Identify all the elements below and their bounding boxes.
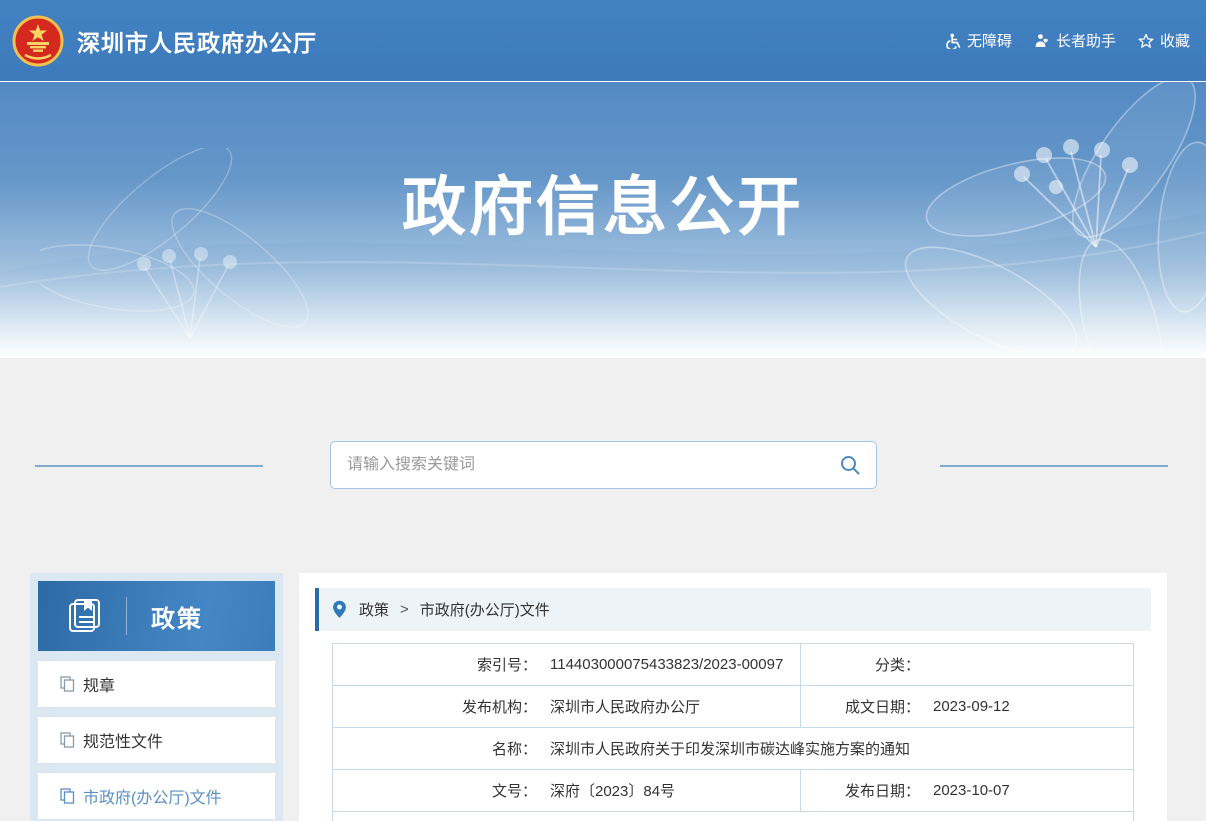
document-number-cell: 文号：深府〔2023〕84号 xyxy=(333,770,801,812)
sidebar-item-municipal-documents[interactable]: 市政府(办公厅)文件 xyxy=(38,773,275,819)
page: 深圳市人民政府办公厅 无障碍 长者助手 xyxy=(0,0,1206,821)
search-icon xyxy=(839,454,861,476)
accessibility-link[interactable]: 无障碍 xyxy=(945,30,1012,51)
sidebar-item-label: 规范性文件 xyxy=(83,728,163,752)
search-box xyxy=(330,441,877,489)
page-body: 政策 规章 规范性文件 xyxy=(0,358,1206,821)
table-row: 文号：深府〔2023〕84号 发布日期：2023-10-07 xyxy=(333,770,1134,812)
publish-date-cell: 发布日期：2023-10-07 xyxy=(801,770,1134,812)
sidebar-header-divider xyxy=(126,597,127,635)
index-number-value: 114403000075433823/2023-00097 xyxy=(537,656,783,673)
national-emblem-icon xyxy=(12,15,64,67)
accessibility-label: 无障碍 xyxy=(967,30,1012,51)
index-number-label: 索引号： xyxy=(333,654,537,675)
sidebar-item-normative-documents[interactable]: 规范性文件 xyxy=(38,717,275,763)
favorite-link[interactable]: 收藏 xyxy=(1138,30,1190,51)
site-title: 深圳市人民政府办公厅 xyxy=(77,24,317,58)
location-pin-icon xyxy=(332,600,347,619)
page-title: 政府信息公开 xyxy=(0,82,1206,248)
breadcrumb-separator: > xyxy=(400,601,409,618)
publish-date-value: 2023-10-07 xyxy=(920,782,1010,799)
document-number-value: 深府〔2023〕84号 xyxy=(537,780,675,801)
star-icon xyxy=(1138,33,1154,49)
top-header-bar: 深圳市人民政府办公厅 无障碍 长者助手 xyxy=(0,0,1206,81)
document-name-cell: 名称：深圳市人民政府关于印发深圳市碳达峰实施方案的通知 xyxy=(333,728,1134,770)
document-icon xyxy=(60,676,75,692)
sidebar: 政策 规章 规范性文件 xyxy=(30,573,283,821)
search-button[interactable] xyxy=(824,442,876,488)
decor-line-left xyxy=(35,465,263,467)
written-date-cell: 成文日期：2023-09-12 xyxy=(801,686,1134,728)
table-row: 发布机构：深圳市人民政府办公厅 成文日期：2023-09-12 xyxy=(333,686,1134,728)
issuing-agency-value: 深圳市人民政府办公厅 xyxy=(537,696,700,717)
category-label: 分类： xyxy=(801,654,920,675)
breadcrumb-current[interactable]: 市政府(办公厅)文件 xyxy=(420,599,550,620)
document-icon xyxy=(60,732,75,748)
table-row xyxy=(333,812,1134,821)
document-icon xyxy=(60,788,75,804)
elder-assist-icon xyxy=(1034,33,1050,49)
search-input[interactable] xyxy=(331,456,824,474)
written-date-label: 成文日期： xyxy=(801,696,920,717)
decor-line-right xyxy=(940,465,1168,467)
breadcrumb-root[interactable]: 政策 xyxy=(359,599,389,620)
index-number-cell: 索引号：114403000075433823/2023-00097 xyxy=(333,644,801,686)
sidebar-title: 政策 xyxy=(151,599,203,634)
issuing-agency-label: 发布机构： xyxy=(333,696,537,717)
elder-assist-link[interactable]: 长者助手 xyxy=(1034,30,1116,51)
top-links: 无障碍 长者助手 收藏 xyxy=(945,0,1190,81)
table-row: 名称：深圳市人民政府关于印发深圳市碳达峰实施方案的通知 xyxy=(333,728,1134,770)
document-number-label: 文号： xyxy=(333,780,537,801)
sidebar-item-label: 市政府(办公厅)文件 xyxy=(83,784,222,808)
document-name-label: 名称： xyxy=(333,738,537,759)
document-name-value: 深圳市人民政府关于印发深圳市碳达峰实施方案的通知 xyxy=(537,738,910,759)
issuing-agency-cell: 发布机构：深圳市人民政府办公厅 xyxy=(333,686,801,728)
sidebar-item-label: 规章 xyxy=(83,672,115,696)
elder-assist-label: 长者助手 xyxy=(1056,30,1116,51)
publish-date-label: 发布日期： xyxy=(801,780,920,801)
written-date-value: 2023-09-12 xyxy=(920,698,1010,715)
favorite-label: 收藏 xyxy=(1160,30,1190,51)
main-panel: 政策 > 市政府(办公厅)文件 索引号：114403000075433823/2… xyxy=(299,573,1167,821)
breadcrumb: 政策 > 市政府(办公厅)文件 xyxy=(315,588,1151,631)
sidebar-header: 政策 xyxy=(38,581,275,651)
book-icon xyxy=(66,597,104,635)
clipped-row-cell xyxy=(333,812,1134,821)
category-cell: 分类： xyxy=(801,644,1134,686)
table-row: 索引号：114403000075433823/2023-00097 分类： xyxy=(333,644,1134,686)
banner: 政府信息公开 xyxy=(0,81,1206,358)
accessibility-icon xyxy=(945,33,961,49)
document-detail-table: 索引号：114403000075433823/2023-00097 分类： 发布… xyxy=(332,643,1134,821)
sidebar-item-regulations[interactable]: 规章 xyxy=(38,661,275,707)
